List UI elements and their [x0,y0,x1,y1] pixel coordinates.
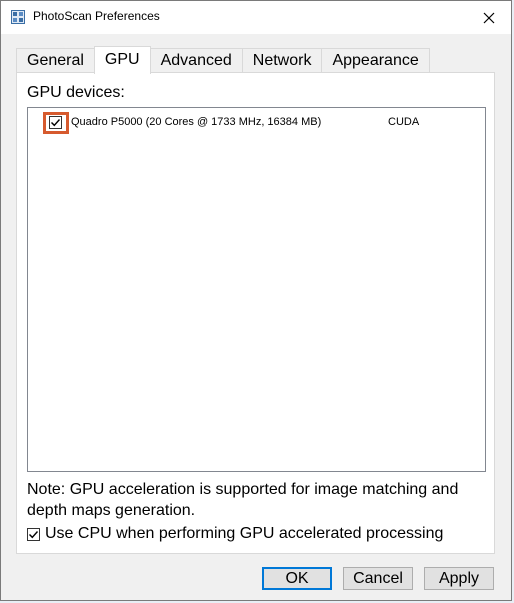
gpu-tab-panel: GPU devices: Quadro P5000 (20 Cores @ 17… [16,72,495,554]
gpu-devices-label: GPU devices: [27,84,125,101]
apply-button[interactable]: Apply [424,567,494,590]
use-cpu-label: Use CPU when performing GPU accelerated … [45,525,444,542]
device-checkbox[interactable] [49,116,62,129]
title-bar: PhotoScan Preferences [1,1,511,34]
window-title: PhotoScan Preferences [33,9,160,23]
tab-appearance[interactable]: Appearance [321,48,430,73]
cancel-button[interactable]: Cancel [343,567,413,590]
tab-gpu[interactable]: GPU [93,46,151,74]
use-cpu-checkbox[interactable] [27,528,40,541]
close-icon [483,12,495,23]
checkmark-icon [51,119,61,127]
preferences-dialog: PhotoScan Preferences General GPU Advanc… [0,0,512,601]
gpu-acceleration-note: Note: GPU acceleration is supported for … [27,481,459,519]
device-name: Quadro P5000 (20 Cores @ 1733 MHz, 16384… [71,116,322,128]
close-button[interactable] [467,1,511,34]
checkmark-icon [29,531,39,539]
device-type: CUDA [388,116,420,128]
tab-general[interactable]: General [16,48,95,73]
gpu-device-list[interactable]: Quadro P5000 (20 Cores @ 1733 MHz, 16384… [27,107,486,472]
tab-network[interactable]: Network [241,48,323,73]
tab-bar: General GPU Advanced Network Appearance [16,46,430,74]
ok-button[interactable]: OK [262,567,332,590]
photoscan-app-icon [11,10,25,24]
tab-advanced[interactable]: Advanced [149,48,243,73]
device-row[interactable]: Quadro P5000 (20 Cores @ 1733 MHz, 16384… [28,112,485,134]
